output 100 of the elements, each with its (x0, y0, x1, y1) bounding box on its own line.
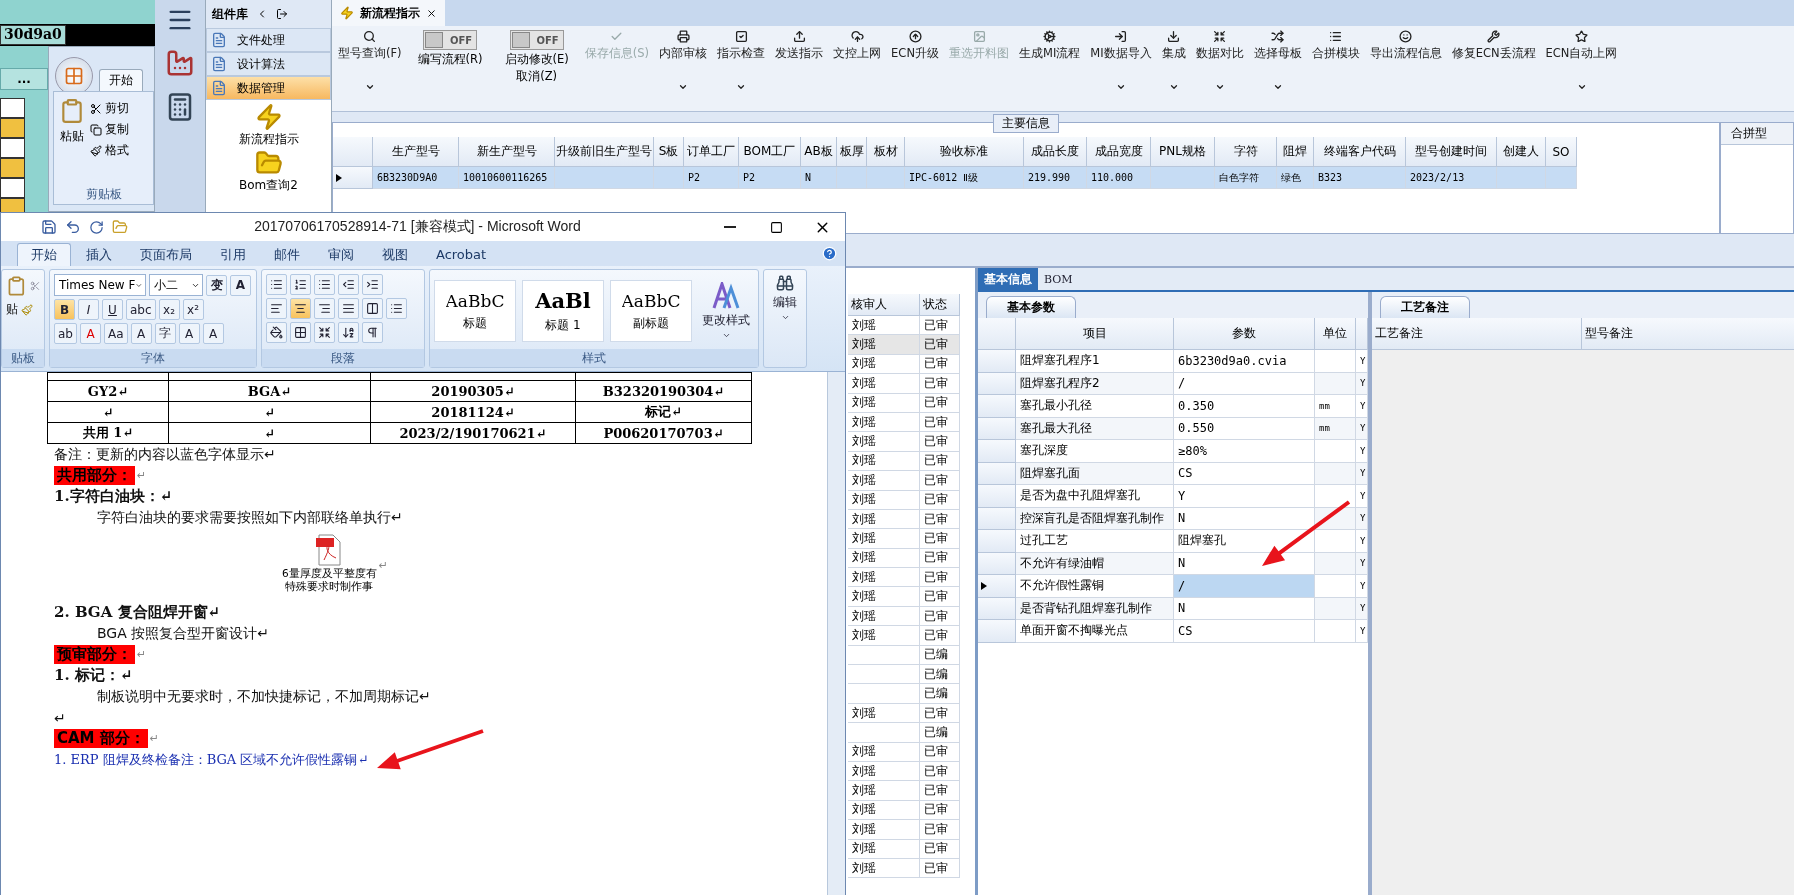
align-button[interactable] (338, 298, 359, 319)
column-header[interactable]: 成品长度 (1024, 137, 1087, 167)
format-button[interactable]: Aa (104, 323, 128, 344)
column-header[interactable]: SO (1546, 137, 1577, 167)
scrollbar[interactable] (827, 372, 845, 895)
toggle-switch[interactable]: OFF (509, 30, 564, 50)
format-button[interactable]: 变 (206, 274, 227, 296)
format-button[interactable]: U (102, 299, 123, 320)
toolbar-button[interactable]: 发送指示 (771, 30, 828, 61)
ribbon-tab[interactable]: 开始 (99, 69, 143, 91)
format-painter-icon[interactable] (21, 303, 33, 316)
column-header[interactable]: S板 (654, 137, 684, 167)
paste-icon[interactable] (6, 274, 27, 298)
undo-icon[interactable] (65, 219, 81, 235)
clipboard-button[interactable]: 复制 (90, 121, 129, 138)
list-button[interactable] (362, 274, 383, 295)
library-item[interactable]: 设计算法 (206, 52, 331, 76)
panel-tab[interactable]: 工艺备注 (1380, 296, 1470, 318)
column-header[interactable]: 核审人 (848, 294, 920, 316)
shortcut-button[interactable]: 新流程指示 (238, 103, 299, 146)
paragraph-button[interactable] (290, 322, 311, 343)
format-button[interactable]: A (178, 323, 200, 344)
column-header[interactable]: 单位 (1315, 318, 1356, 350)
align-button[interactable] (290, 298, 311, 319)
toolbar-button[interactable]: MI数据导入 (1086, 30, 1156, 92)
redo-icon[interactable] (89, 219, 104, 235)
column-header[interactable]: 板厚 (837, 137, 867, 167)
format-button[interactable]: A (202, 323, 224, 344)
toolbar-button[interactable]: 合拼模块 (1307, 30, 1364, 61)
column-header[interactable]: 成品宽度 (1087, 137, 1151, 167)
value-field[interactable]: 30d9a0 (0, 25, 66, 45)
format-button[interactable]: ab (54, 323, 77, 344)
ribbon-tab[interactable]: 页面布局 (127, 243, 205, 266)
ribbon-tab[interactable]: Acrobat (423, 243, 500, 266)
format-button[interactable]: 字 (154, 323, 176, 344)
column-header[interactable]: 创建人 (1497, 137, 1546, 167)
more-button[interactable]: ... (0, 68, 48, 90)
detail-tab[interactable]: BOM (1038, 268, 1079, 290)
clipboard-button[interactable]: 剪切 (90, 100, 129, 117)
toolbar-button[interactable]: 导出流程信息 (1365, 30, 1446, 61)
ribbon-tab[interactable]: 审阅 (315, 243, 367, 266)
align-button[interactable] (314, 298, 335, 319)
change-styles-button[interactable]: 更改样式 (698, 282, 754, 340)
ribbon-tab[interactable]: 插入 (73, 243, 125, 266)
format-button[interactable]: x² (182, 299, 204, 320)
toolbar-button[interactable]: ECN自动上网 (1541, 30, 1622, 92)
toolbar-button[interactable]: 生成MI流程 (1015, 30, 1085, 61)
shortcut-button[interactable]: Bom查询2 (239, 149, 298, 192)
list-button[interactable] (266, 274, 287, 295)
align-button[interactable] (362, 298, 383, 319)
toolbar-button[interactable]: 修复ECN丢流程 (1447, 30, 1540, 61)
align-button[interactable] (386, 298, 407, 319)
list-button[interactable] (290, 274, 311, 295)
paragraph-button[interactable] (362, 322, 383, 343)
library-item[interactable]: 数据管理 (206, 76, 331, 100)
column-header[interactable]: BOM工厂 (739, 137, 801, 167)
panel-tab[interactable]: 基本参数 (986, 296, 1076, 318)
style-option[interactable]: AaBbC 副标题 (610, 280, 692, 342)
toolbar-button[interactable]: 指示检查 (713, 30, 770, 92)
column-header[interactable]: 升级前旧生产型号 (555, 137, 654, 167)
clipboard-button[interactable]: 格式 (90, 142, 129, 159)
ribbon-tab[interactable]: 视图 (369, 243, 421, 266)
font-name-field[interactable]: Times New F (54, 274, 146, 296)
library-item[interactable]: 文件处理 (206, 28, 331, 52)
format-button[interactable]: A (230, 274, 251, 296)
list-button[interactable] (338, 274, 359, 295)
close-icon[interactable] (426, 7, 437, 19)
column-header[interactable]: 项目 (1016, 318, 1174, 350)
toolbar-button[interactable]: 选择母板 (1249, 30, 1306, 92)
format-button[interactable]: A (130, 323, 152, 344)
help-icon[interactable] (822, 246, 837, 261)
ribbon-tab[interactable]: 开始 (17, 243, 71, 266)
column-header[interactable]: 阻焊 (1277, 137, 1314, 167)
detail-tab[interactable]: 基本信息 (978, 268, 1038, 290)
ribbon-tab[interactable]: 邮件 (261, 243, 313, 266)
paste-button[interactable]: 贴 (6, 301, 18, 318)
column-header[interactable]: PNL规格 (1151, 137, 1215, 167)
toggle-switch[interactable]: OFF (423, 30, 478, 50)
format-button[interactable]: A (80, 323, 101, 344)
toolbar-button[interactable]: 文控上网 (829, 30, 886, 61)
column-header[interactable]: 状态 (920, 294, 960, 316)
column-header[interactable]: AB板 (801, 137, 837, 167)
column-header[interactable]: 字符 (1215, 137, 1277, 167)
column-header[interactable]: 工艺备注 (1372, 318, 1582, 350)
format-button[interactable]: I (78, 299, 99, 320)
paragraph-button[interactable] (338, 322, 359, 343)
format-button[interactable]: abc (126, 299, 156, 320)
document-tab[interactable]: 新流程指示 (332, 0, 445, 26)
style-option[interactable]: AaBl 标题 1 (522, 280, 604, 342)
column-header[interactable]: 参数 (1174, 318, 1315, 350)
format-button[interactable]: B (54, 299, 75, 320)
row-header[interactable] (978, 575, 1016, 598)
column-header[interactable]: 终端客户代码 (1314, 137, 1406, 167)
paragraph-button[interactable] (314, 322, 335, 343)
save-icon[interactable] (41, 219, 57, 235)
style-option[interactable]: AaBbC 标题 (434, 280, 516, 342)
column-header[interactable]: 新生产型号 (459, 137, 555, 167)
pdf-icon[interactable] (315, 534, 344, 566)
toolbar-button[interactable]: 内部审核 (655, 30, 712, 92)
toolbar-button[interactable]: 集成 (1157, 30, 1190, 92)
